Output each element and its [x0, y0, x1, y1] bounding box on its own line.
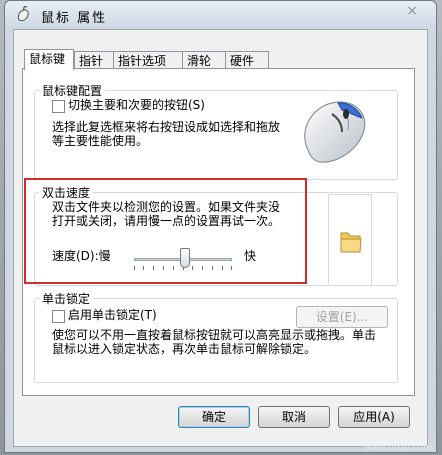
switch-buttons-label: 切换主要和次要的按钮(S): [68, 98, 205, 112]
mouse-image-icon: [304, 101, 366, 163]
ok-button[interactable]: 确定: [178, 406, 250, 428]
highlight-box: [24, 178, 307, 284]
click-lock-desc-1: 使您可以不用一直按着鼠标按钮就可以高亮显示或拖拽。单击: [52, 328, 377, 342]
cancel-button[interactable]: 取消: [258, 406, 330, 428]
click-lock-title: 单击锁定: [39, 290, 94, 307]
watermark-text: www.dnzp.com: [363, 443, 432, 453]
click-lock-checkbox[interactable]: [52, 310, 65, 323]
button-config-title: 鼠标键配置: [39, 82, 106, 99]
window-title: 鼠标 属性: [41, 11, 108, 26]
test-folder-area[interactable]: [328, 194, 372, 286]
tab-mouse-buttons[interactable]: 鼠标键: [24, 49, 74, 70]
tab-wheel[interactable]: 滑轮: [182, 51, 226, 69]
switch-buttons-checkbox[interactable]: [52, 100, 65, 113]
mouse-icon: [17, 6, 29, 22]
folder-icon[interactable]: [339, 229, 363, 255]
tab-hardware[interactable]: 硬件: [225, 51, 269, 69]
button-config-desc-1: 选择此复选框来将右按钮设成如选择和拖放: [52, 120, 281, 134]
apply-button[interactable]: 应用(A): [338, 406, 410, 428]
tab-pointer-options[interactable]: 指针选项: [113, 51, 183, 69]
click-lock-label: 启用单击锁定(T): [68, 308, 157, 322]
title-bar[interactable]: 鼠标 属性 ×: [5, 1, 436, 29]
click-lock-settings-button[interactable]: 设置(E)...: [296, 306, 388, 328]
click-lock-desc-2: 鼠标以进入锁定状态，再次单击鼠标可解除锁定。: [52, 342, 317, 356]
close-icon[interactable]: ×: [406, 3, 418, 19]
button-config-desc-2: 等主要性能使用。: [52, 134, 149, 148]
tab-pointers[interactable]: 指针: [74, 51, 114, 69]
